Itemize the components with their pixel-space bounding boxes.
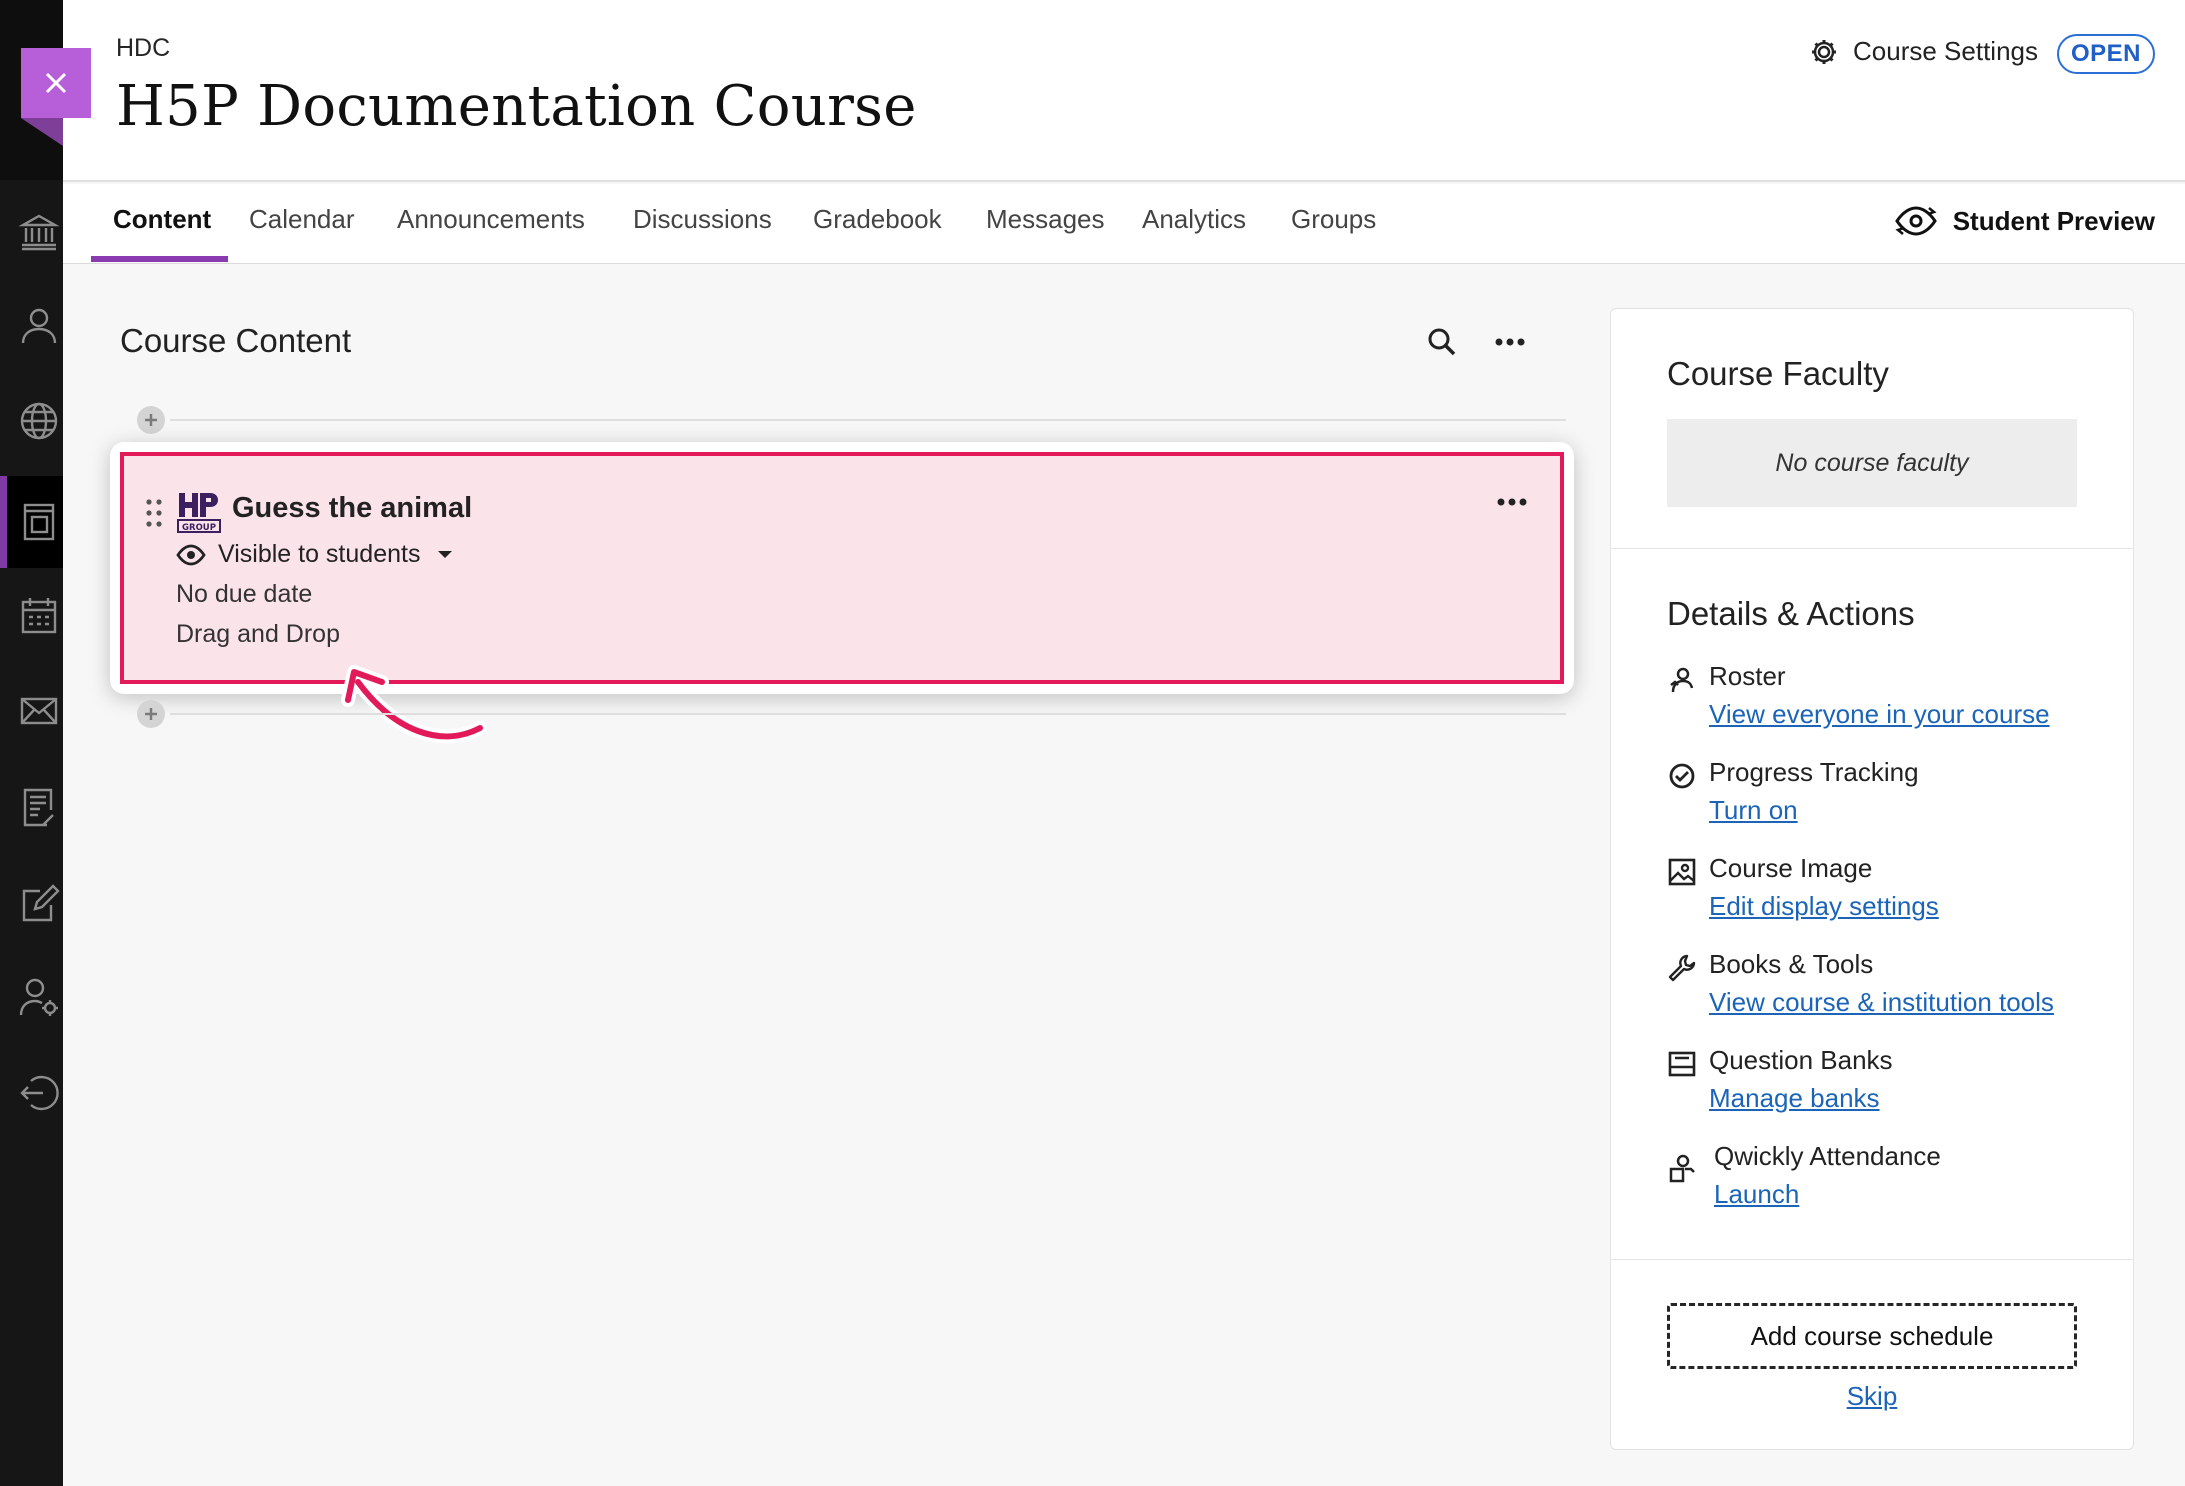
detail-label: Course Image bbox=[1709, 853, 1873, 883]
progress-tracking-link[interactable]: Turn on bbox=[1709, 795, 1798, 826]
student-preview-icon bbox=[1894, 206, 1937, 236]
status-badge[interactable]: OPEN bbox=[2056, 34, 2155, 74]
student-preview-button[interactable]: Student Preview bbox=[1893, 204, 2155, 238]
add-course-schedule-button[interactable]: Add course schedule bbox=[1667, 1303, 2077, 1369]
more-icon bbox=[1497, 498, 1527, 506]
tab-announcements[interactable]: Announcements bbox=[397, 204, 585, 235]
edit-icon[interactable] bbox=[14, 878, 64, 928]
panel-divider bbox=[1611, 548, 2133, 549]
detail-label: Question Banks bbox=[1709, 1045, 1893, 1075]
close-course-button[interactable] bbox=[21, 48, 91, 118]
course-code: HDC bbox=[116, 34, 171, 62]
page-title: H5P Documentation Course bbox=[116, 74, 917, 139]
roster-icon bbox=[1670, 667, 1694, 693]
h5p-logo-icon: GROUP bbox=[177, 493, 221, 533]
panel-divider bbox=[1611, 1259, 2133, 1260]
detail-label: Progress Tracking bbox=[1709, 757, 1919, 787]
detail-label: Books & Tools bbox=[1709, 949, 1874, 979]
content-more-button[interactable] bbox=[1488, 320, 1532, 364]
content-item-highlight[interactable]: GROUP Guess the animal Visible to studen… bbox=[120, 452, 1564, 684]
profile-icon[interactable] bbox=[14, 300, 64, 350]
close-icon bbox=[45, 72, 67, 94]
tab-gradebook[interactable]: Gradebook bbox=[813, 204, 942, 235]
course-sidebar: Course Faculty No course faculty Details… bbox=[1610, 308, 2134, 1450]
visibility-dropdown[interactable]: Visible to students bbox=[176, 540, 453, 569]
plus-icon bbox=[145, 414, 157, 426]
search-icon bbox=[1428, 328, 1456, 356]
tab-analytics[interactable]: Analytics bbox=[1142, 204, 1246, 235]
check-circle-icon bbox=[1669, 763, 1695, 789]
section-title: Course Content bbox=[120, 322, 352, 359]
due-date: No due date bbox=[176, 580, 313, 608]
courses-icon[interactable] bbox=[14, 496, 64, 546]
visibility-label: Visible to students bbox=[218, 540, 421, 568]
search-button[interactable] bbox=[1420, 320, 1464, 364]
annotation-arrow-icon bbox=[341, 665, 487, 744]
image-icon bbox=[1668, 858, 1696, 886]
add-content-button[interactable] bbox=[137, 700, 165, 728]
faculty-heading: Course Faculty bbox=[1667, 355, 1889, 392]
detail-label: Roster bbox=[1709, 661, 1786, 691]
course-image-link[interactable]: Edit display settings bbox=[1709, 891, 1939, 922]
close-tab-fold bbox=[21, 118, 63, 146]
tab-content[interactable]: Content bbox=[113, 204, 211, 235]
books-tools-link[interactable]: View course & institution tools bbox=[1709, 987, 2054, 1018]
nav-rail bbox=[0, 0, 63, 1486]
grades-icon[interactable] bbox=[14, 782, 64, 832]
course-tabs: Content Calendar Announcements Discussio… bbox=[63, 184, 2185, 264]
skip-link[interactable]: Skip bbox=[1611, 1381, 2133, 1412]
content-item-card: GROUP Guess the animal Visible to studen… bbox=[110, 442, 1574, 694]
content-type: Drag and Drop bbox=[176, 620, 340, 648]
plus-icon bbox=[145, 708, 157, 720]
roster-link[interactable]: View everyone in your course bbox=[1709, 699, 2050, 730]
attendance-icon bbox=[1669, 1154, 1695, 1183]
sign-out-icon[interactable] bbox=[14, 1068, 64, 1118]
no-faculty-message: No course faculty bbox=[1667, 419, 2077, 507]
tab-groups[interactable]: Groups bbox=[1291, 204, 1376, 235]
qwickly-attendance-link[interactable]: Launch bbox=[1714, 1179, 1799, 1210]
tab-discussions[interactable]: Discussions bbox=[633, 204, 772, 235]
course-settings-label: Course Settings bbox=[1853, 36, 2038, 66]
h5p-logo-text: GROUP bbox=[182, 523, 216, 533]
content-divider bbox=[170, 419, 1566, 421]
student-preview-label: Student Preview bbox=[1952, 205, 2155, 236]
active-tab-indicator bbox=[91, 256, 228, 262]
item-more-button[interactable] bbox=[1490, 484, 1534, 520]
mail-icon[interactable] bbox=[14, 686, 64, 736]
course-header: HDC H5P Documentation Course Course Sett… bbox=[63, 0, 2185, 182]
content-item-title[interactable]: Guess the animal bbox=[232, 492, 472, 525]
more-icon bbox=[1495, 338, 1525, 346]
add-content-button[interactable] bbox=[137, 406, 165, 434]
globe-icon[interactable] bbox=[14, 396, 64, 446]
tools-icon[interactable] bbox=[14, 972, 64, 1022]
tab-calendar[interactable]: Calendar bbox=[249, 204, 355, 235]
eye-icon bbox=[176, 544, 206, 565]
content-divider bbox=[170, 713, 1566, 715]
course-settings-button[interactable]: Course Settings bbox=[1809, 36, 2038, 67]
gear-icon bbox=[1812, 39, 1837, 64]
tab-messages[interactable]: Messages bbox=[986, 204, 1105, 235]
detail-label: Qwickly Attendance bbox=[1714, 1141, 1941, 1171]
calendar-icon[interactable] bbox=[14, 590, 64, 640]
wrench-icon bbox=[1668, 954, 1696, 982]
institution-icon[interactable] bbox=[14, 206, 64, 256]
question-bank-icon bbox=[1668, 1051, 1696, 1077]
drag-handle-icon[interactable] bbox=[144, 498, 164, 528]
question-banks-link[interactable]: Manage banks bbox=[1709, 1083, 1880, 1114]
details-heading: Details & Actions bbox=[1667, 595, 1915, 632]
chevron-down-icon bbox=[438, 551, 453, 558]
